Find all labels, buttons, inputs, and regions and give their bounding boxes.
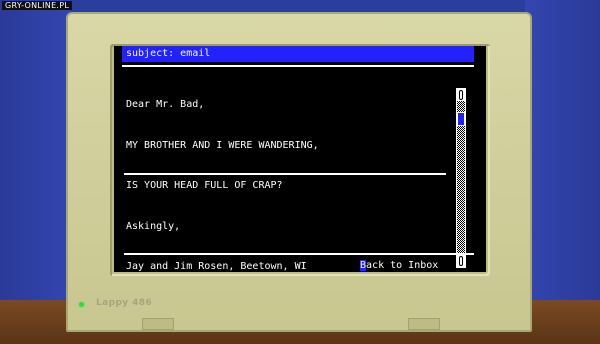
screen: subject: email Dear Mr. Bad, MY BROTHER … <box>114 46 486 272</box>
footer-divider <box>124 253 474 255</box>
back-button-label: ack to Inbox <box>366 260 439 271</box>
monitor: subject: email Dear Mr. Bad, MY BROTHER … <box>66 12 532 332</box>
monitor-foot-right <box>408 318 440 330</box>
scroll-up-button[interactable] <box>457 89 465 101</box>
email-line: IS YOUR HEAD FULL OF CRAP? <box>126 180 283 191</box>
email-subject: subject: email <box>122 46 474 62</box>
subject-divider <box>122 65 474 67</box>
wall-right <box>525 0 600 300</box>
body-divider <box>124 173 446 175</box>
email-line: Askingly, <box>126 220 181 232</box>
scrollbar[interactable] <box>456 88 466 268</box>
watermark: GRY-ONLINE.PL <box>2 1 73 10</box>
wall-left <box>0 0 70 300</box>
monitor-foot-left <box>142 318 174 330</box>
email-line: Dear Mr. Bad, <box>126 99 205 110</box>
scroll-thumb[interactable] <box>457 112 465 127</box>
monitor-brand: Lappy 486 <box>96 298 153 308</box>
back-to-inbox-button[interactable]: Back to Inbox <box>360 259 438 273</box>
email-line: MY BROTHER AND I WERE WANDERING, <box>126 139 319 151</box>
power-led-icon <box>79 302 84 307</box>
scroll-down-button[interactable] <box>457 255 465 267</box>
